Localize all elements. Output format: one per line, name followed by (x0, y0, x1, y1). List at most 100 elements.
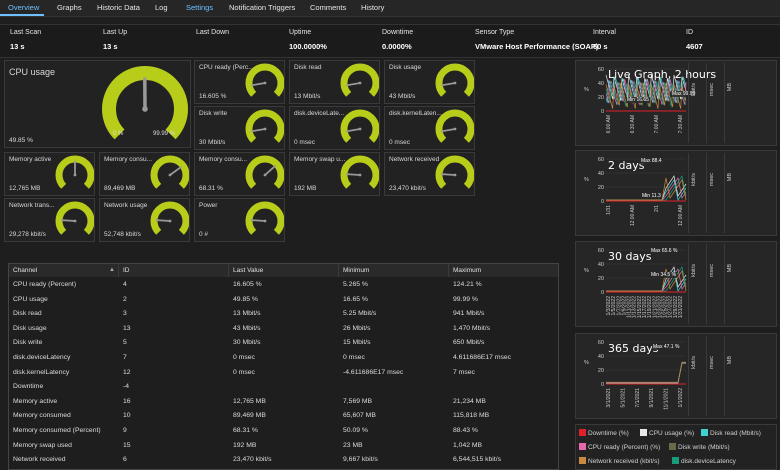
table-row[interactable]: Disk write 5 30 Mbit/s 15 Mbit/s 650 Mbit/s (9, 336, 558, 351)
tab-overview[interactable]: Overview (8, 3, 39, 12)
table-cell: 2 (123, 295, 127, 303)
table-cell: 10 (123, 412, 131, 420)
gauge-tile[interactable]: Memory consu... 68.31 % (194, 152, 285, 196)
gauge-needle (264, 165, 277, 176)
y-tick-label: 40 (598, 171, 604, 177)
info-value: 0.0000% (382, 42, 412, 51)
graph-panel-365-days[interactable]: % 60 40 20 0 3/1/2021 5/1/2021 7/1/2021 9/1/2021… (575, 333, 777, 419)
x-tick-label: 12:00 AM (678, 205, 684, 226)
gauge-dial (245, 201, 284, 235)
info-label: ID (686, 29, 693, 36)
gauge-hub (263, 127, 267, 131)
table-row[interactable]: Network received 6 23,470 kbit/s 9,667 kbit… (9, 453, 558, 468)
table-row[interactable]: Disk read 3 13 Mbit/s 5.25 Mbit/s 941 Mbit/s (9, 307, 558, 322)
tab-notification-triggers[interactable]: Notification Triggers (229, 3, 295, 12)
tab-historic-data[interactable]: Historic Data (97, 3, 140, 12)
x-tick-label: 7:30 AM (678, 115, 684, 133)
axis-unit: kbit/s (691, 83, 697, 96)
gauge-tile[interactable]: disk.kernelLaten... 0 msec (384, 106, 475, 150)
table-row[interactable]: disk.kernelLatency 12 0 msec -4.611686E17 m… (9, 366, 558, 381)
graph-panel-live[interactable]: % 60 40 20 0 6:00 AM 6:30 AM 7:00 AM 7:30 AM Liv… (575, 60, 777, 146)
gauge-needle (440, 128, 456, 133)
gauge-tile-cpu-usage[interactable]: CPU usage 0 % 99.99 % 49.85 % (4, 60, 191, 148)
table-row[interactable]: CPU ready (Percent) 4 16.605 % 5.265 % 124.2… (9, 278, 558, 293)
graph-panel-30-days[interactable]: % 60 40 20 0 1/3/2022 1/5/2022 1/7/2022 1/9/2022… (575, 241, 777, 327)
y-tick-label: 60 (598, 157, 604, 163)
gauge-fill (55, 201, 94, 235)
legend-swatch (672, 457, 679, 464)
table-row[interactable]: Memory consumed 10 89,469 MB 65,607 MB 115,8… (9, 409, 558, 424)
table-cell: 0 msec (233, 368, 255, 376)
column-header-id[interactable]: ID (119, 264, 229, 277)
gauge-tile[interactable]: CPU ready (Perc... 16.605 % (194, 60, 285, 104)
gauge-tile[interactable]: Memory consu... 89,469 MB (99, 152, 190, 196)
column-header-maximum[interactable]: Maximum (449, 264, 558, 277)
graph-panel-2-days[interactable]: % 60 40 20 0 1/31 12:00 AM 2/1 12:00 AM 2 days M… (575, 150, 777, 236)
info-value: 13 s (103, 42, 118, 51)
table-row[interactable]: CPU usage 2 49.85 % 16.65 % 99.99 % (9, 293, 558, 308)
table-row[interactable]: Downtime -4 (9, 380, 558, 395)
tab-history[interactable]: History (361, 3, 384, 12)
gauge-tile[interactable]: Memory active 12,765 MB (4, 152, 95, 196)
table-row[interactable]: Memory consumed (Percent) 9 68.31 % 50.09 %… (9, 424, 558, 439)
table-row[interactable]: disk.deviceLatency 7 0 msec 0 msec 4.611686E… (9, 351, 558, 366)
channel-table: Channel ▲ ID Last Value Minimum Maximum … (8, 263, 559, 470)
gauge-needle (345, 173, 361, 176)
tab-log[interactable]: Log (155, 3, 168, 12)
gauge-fill (245, 109, 284, 143)
legend-item[interactable]: Network received (kbit/s) (579, 457, 660, 465)
gauge-tile[interactable]: Power 0 # (194, 198, 285, 242)
sort-up-icon[interactable]: ▲ (109, 267, 115, 273)
gauge-tile[interactable]: Disk usage 43 Mbit/s (384, 60, 475, 104)
gauge-hub (358, 81, 362, 85)
gauge-fill (340, 155, 379, 189)
legend-item[interactable]: disk.deviceLatency (672, 457, 736, 465)
info-label: Last Down (196, 29, 230, 36)
table-row[interactable]: Memory active 16 12,765 MB 7,569 MB 21,234 M… (9, 395, 558, 410)
axis-mb: MB (724, 63, 743, 143)
column-header-channel[interactable]: Channel (9, 264, 119, 277)
gauge-tile[interactable]: Memory swap u... 192 MB (289, 152, 380, 196)
gauge-tile[interactable]: Network usage 52,748 kbit/s (99, 198, 190, 242)
column-header-minimum[interactable]: Minimum (339, 264, 449, 277)
gauge-value: 192 MB (294, 185, 317, 192)
table-cell: 0 msec (233, 354, 255, 361)
info-label: Sensor Type (475, 29, 515, 36)
tab-comments[interactable]: Comments (310, 3, 346, 12)
x-tick-label: 1/1/2022 (678, 388, 684, 408)
tab-graphs[interactable]: Graphs (57, 3, 82, 12)
legend-item[interactable]: Downtime (%) (579, 429, 629, 437)
table-row[interactable]: Disk usage 13 43 Mbit/s 26 Mbit/s 1,470 Mbit… (9, 322, 558, 337)
table-row[interactable]: Memory swap used 15 192 MB 23 MB 1,042 MB (9, 439, 558, 454)
tab-settings[interactable]: Settings (186, 3, 213, 12)
gauge-tile[interactable]: disk.deviceLate... 0 msec (289, 106, 380, 150)
table-cell: 1,042 MB (453, 441, 483, 449)
gauge-tile[interactable]: Network trans... 29,278 kbit/s (4, 198, 95, 242)
legend-swatch (701, 429, 708, 436)
gauge-tile[interactable]: Disk write 30 Mbit/s (194, 106, 285, 150)
legend-item[interactable]: CPU usage (%) (640, 429, 694, 437)
y-tick-label: 60 (598, 340, 604, 346)
info-value: 4607 (686, 42, 703, 51)
y-tick-label: 40 (598, 81, 604, 87)
info-value: 13 s (10, 42, 25, 51)
gauge-value: 52,748 kbit/s (104, 231, 141, 238)
legend-item[interactable]: Disk read (Mbit/s) (701, 429, 761, 437)
table-cell: 12 (123, 368, 131, 376)
gauge-needle (440, 173, 456, 176)
table-cell: disk.deviceLatency (13, 354, 71, 361)
gauge-tile[interactable]: Network received 23,470 kbit/s (384, 152, 475, 196)
table-cell: 26 Mbit/s (343, 324, 371, 332)
gauge-hub (453, 173, 457, 177)
gauge-needle (250, 128, 266, 133)
column-header-last-value[interactable]: Last Value (229, 264, 339, 277)
legend-label: Downtime (%) (588, 430, 629, 437)
gauge-fill (150, 201, 189, 235)
legend-item[interactable]: Disk write (Mbit/s) (669, 443, 730, 451)
gauge-value: 29,278 kbit/s (9, 231, 46, 238)
legend-item[interactable]: CPU ready (Percent) (%) (579, 443, 660, 451)
x-tick-label: 5/1/2021 (620, 388, 626, 408)
legend-swatch (579, 429, 586, 436)
gauge-tile[interactable]: Disk read 13 Mbit/s (289, 60, 380, 104)
graph-legend: Downtime (%) CPU usage (%) Disk read (Mb… (575, 424, 777, 470)
